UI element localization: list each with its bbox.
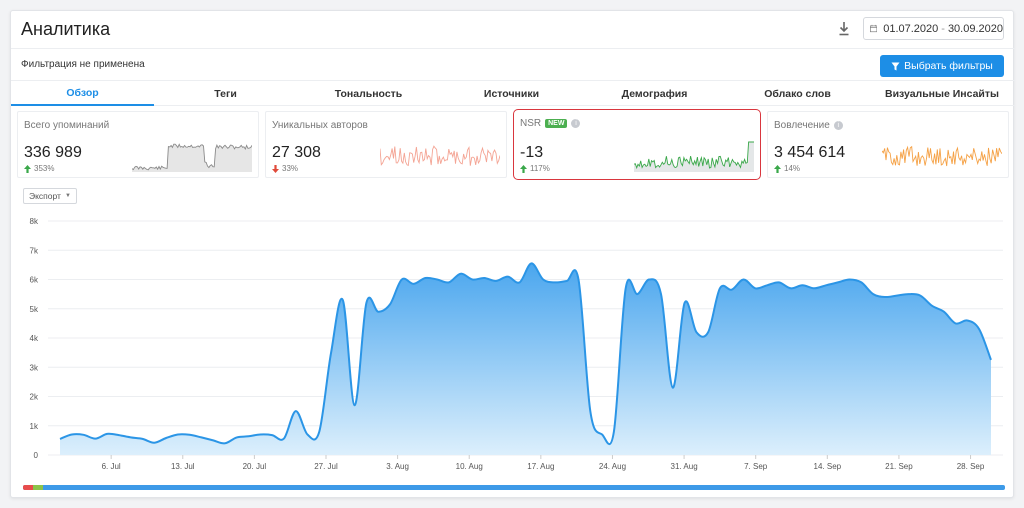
y-tick-label: 0 bbox=[34, 451, 39, 460]
card-change-value: 353% bbox=[34, 164, 55, 173]
x-tick-label: 7. Sep bbox=[744, 462, 768, 471]
card-value: 336 989 bbox=[24, 144, 82, 161]
y-tick-label: 1k bbox=[30, 422, 39, 431]
card-change-value: 33% bbox=[282, 164, 299, 173]
scrollbar-segment-green bbox=[33, 485, 43, 490]
card-change: 117% bbox=[520, 164, 550, 173]
tab-visual-insights[interactable]: Визуальные Инсайты bbox=[869, 82, 1015, 106]
arrow-up-icon bbox=[520, 164, 527, 173]
sparkline-area bbox=[634, 142, 754, 172]
mentions-sparkline bbox=[132, 143, 252, 172]
tab-tags[interactable]: Теги bbox=[154, 82, 297, 106]
caret-down-icon: ▼ bbox=[64, 193, 71, 199]
x-tick-label: 14. Sep bbox=[814, 462, 842, 471]
filter-status-text: Фильтрация не применена bbox=[21, 59, 145, 70]
metric-card-mentions[interactable]: Всего упоминаний 336 989 353% bbox=[17, 111, 259, 178]
x-tick-label: 27. Jul bbox=[314, 462, 338, 471]
x-tick-label: 3. Aug bbox=[386, 462, 409, 471]
page-header: Аналитика 01.07.2020 - 30.09.2020 bbox=[11, 11, 1015, 49]
date-to: 30.09.2020 bbox=[947, 22, 1003, 35]
x-tick-label: 24. Aug bbox=[599, 462, 626, 471]
scrollbar-segment-red bbox=[23, 485, 33, 490]
arrow-down-icon bbox=[272, 164, 279, 173]
card-change-value: 14% bbox=[784, 164, 801, 173]
y-tick-label: 3k bbox=[30, 363, 39, 372]
card-label-row: Вовлечение i bbox=[774, 120, 843, 131]
tab-demography[interactable]: Демография bbox=[583, 82, 726, 106]
x-tick-label: 6. Jul bbox=[102, 462, 121, 471]
x-tick-label: 31. Aug bbox=[671, 462, 698, 471]
metric-card-nsr[interactable]: NSR NEW i -13 117% bbox=[513, 109, 761, 180]
x-tick-label: 13. Jul bbox=[171, 462, 195, 471]
x-tick-label: 17. Aug bbox=[527, 462, 554, 471]
y-tick-label: 8k bbox=[30, 217, 39, 226]
sparkline-line bbox=[380, 145, 500, 167]
card-label: Всего упоминаний bbox=[24, 120, 110, 131]
card-change-value: 117% bbox=[530, 164, 550, 173]
authors-sparkline bbox=[380, 145, 500, 167]
calendar-icon bbox=[870, 24, 878, 33]
choose-filters-button[interactable]: Выбрать фильтры bbox=[880, 55, 1004, 77]
y-tick-label: 5k bbox=[30, 305, 39, 314]
mentions-chart-panel: Экспорт ▼ 0 1k 2k 3k 4k 5k 6k 7k 8k 6. Jul 13. Jul… bbox=[13, 183, 1013, 493]
y-tick-label: 7k bbox=[30, 246, 39, 255]
x-tick-label: 21. Sep bbox=[885, 462, 913, 471]
new-badge: NEW bbox=[545, 119, 568, 128]
date-from: 01.07.2020 bbox=[883, 22, 939, 35]
filter-bar: Фильтрация не применена bbox=[11, 49, 1015, 81]
date-range-picker[interactable]: 01.07.2020 - 30.09.2020 bbox=[863, 17, 1004, 40]
card-change: 33% bbox=[272, 164, 298, 173]
metric-card-engagement[interactable]: Вовлечение i 3 454 614 14% bbox=[767, 111, 1009, 178]
card-label: Вовлечение bbox=[774, 120, 830, 131]
card-change: 14% bbox=[774, 164, 800, 173]
x-tick-label: 28. Sep bbox=[957, 462, 985, 471]
sparkline-line bbox=[882, 145, 1002, 167]
filter-icon bbox=[891, 62, 900, 70]
series-area bbox=[60, 263, 991, 455]
card-value: 27 308 bbox=[272, 144, 321, 161]
chart-range-scrollbar[interactable] bbox=[23, 485, 1005, 490]
card-label: NSR bbox=[520, 118, 542, 129]
date-separator: - bbox=[941, 22, 945, 35]
download-icon[interactable] bbox=[837, 21, 851, 37]
choose-filters-label: Выбрать фильтры bbox=[904, 60, 993, 72]
page-title: Аналитика bbox=[21, 19, 111, 39]
engagement-sparkline bbox=[882, 145, 1002, 167]
mentions-area-chart[interactable]: 0 1k 2k 3k 4k 5k 6k 7k 8k 6. Jul 13. Jul 20. Jul 27.… bbox=[13, 183, 1013, 483]
y-tick-label: 6k bbox=[30, 276, 39, 285]
arrow-up-icon bbox=[24, 164, 31, 173]
card-value: 3 454 614 bbox=[774, 144, 846, 161]
metric-card-authors[interactable]: Уникальных авторов 27 308 33% bbox=[265, 111, 507, 178]
tab-bar: Обзор Теги Тональность Источники Демогра… bbox=[11, 82, 1015, 106]
card-change: 353% bbox=[24, 164, 54, 173]
x-tick-label: 20. Jul bbox=[243, 462, 267, 471]
y-tick-label: 4k bbox=[30, 334, 39, 343]
card-label-row: NSR NEW i bbox=[520, 118, 581, 129]
card-value: -13 bbox=[520, 144, 544, 161]
analytics-panel: Аналитика 01.07.2020 - 30.09.2020 Фильтр… bbox=[10, 10, 1015, 498]
y-tick-label: 2k bbox=[30, 393, 39, 402]
info-icon[interactable]: i bbox=[833, 121, 843, 130]
export-dropdown[interactable]: Экспорт ▼ bbox=[23, 188, 77, 204]
nsr-sparkline bbox=[634, 141, 754, 172]
arrow-up-icon bbox=[774, 164, 781, 173]
tab-sources[interactable]: Источники bbox=[440, 82, 583, 106]
tab-word-cloud[interactable]: Облако слов bbox=[726, 82, 869, 106]
x-tick-label: 10. Aug bbox=[456, 462, 483, 471]
tab-overview[interactable]: Обзор bbox=[11, 82, 154, 106]
tab-sentiment[interactable]: Тональность bbox=[297, 82, 440, 106]
export-label: Экспорт bbox=[29, 191, 61, 201]
card-label: Уникальных авторов bbox=[272, 120, 368, 131]
info-icon[interactable]: i bbox=[571, 119, 581, 128]
